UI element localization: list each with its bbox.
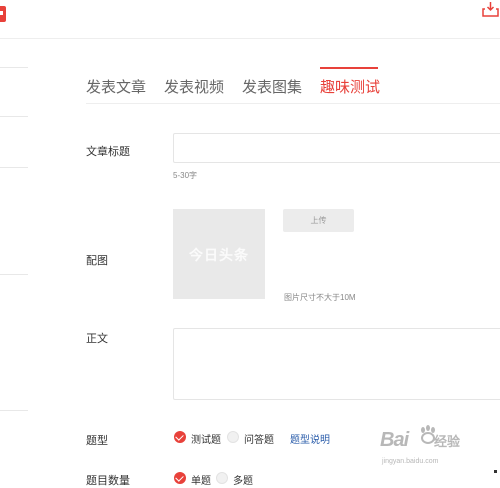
inbox-download-icon[interactable] <box>481 0 500 18</box>
tab-publish-video[interactable]: 发表视频 <box>164 78 224 98</box>
tab-fun-quiz[interactable]: 趣味测试 <box>320 78 380 98</box>
site-logo[interactable] <box>0 6 6 22</box>
sidebar-divider <box>0 274 28 275</box>
cover-size-hint: 图片尺寸不大于10M <box>284 293 356 302</box>
option-qa-question-label: 问答题 <box>244 435 274 446</box>
sidebar-divider <box>0 116 28 117</box>
toutiao-logo: 今日头条 <box>189 248 249 264</box>
active-tab-indicator <box>320 67 378 69</box>
title-hint: 5-30字 <box>173 171 198 180</box>
tab-publish-gallery[interactable]: 发表图集 <box>242 78 302 98</box>
top-bar <box>0 0 500 39</box>
sidebar-divider <box>0 67 28 68</box>
title-label: 文章标题 <box>86 146 130 158</box>
tabs-divider <box>86 103 500 104</box>
body-label: 正文 <box>86 333 108 345</box>
option-multi-question-label: 多题 <box>233 476 253 487</box>
corner-dot <box>494 470 497 473</box>
radio-multi-question[interactable] <box>216 472 228 484</box>
sidebar-divider <box>0 410 28 411</box>
body-textarea[interactable] <box>173 328 500 400</box>
question-type-help-link[interactable]: 题型说明 <box>290 431 330 446</box>
tab-publish-article[interactable]: 发表文章 <box>86 78 146 98</box>
watermark-url: jingyan.baidu.com <box>382 458 439 465</box>
question-count-label: 题目数量 <box>86 475 130 487</box>
title-input[interactable] <box>173 133 500 163</box>
sidebar-divider <box>0 167 28 168</box>
radio-single-question[interactable] <box>174 472 186 484</box>
cover-label: 配图 <box>86 255 108 267</box>
watermark-bai-text: Bai <box>380 429 409 451</box>
radio-qa-question[interactable] <box>227 431 239 443</box>
question-type-label: 题型 <box>86 435 108 447</box>
cover-image-placeholder[interactable]: 今日头条 <box>173 209 265 299</box>
option-test-question-label: 测试题 <box>191 435 221 446</box>
watermark-jingyan-text: 经验 <box>434 434 461 449</box>
option-single-question-label: 单题 <box>191 476 211 487</box>
radio-test-question[interactable] <box>174 431 186 443</box>
upload-button[interactable]: 上传 <box>283 209 354 232</box>
